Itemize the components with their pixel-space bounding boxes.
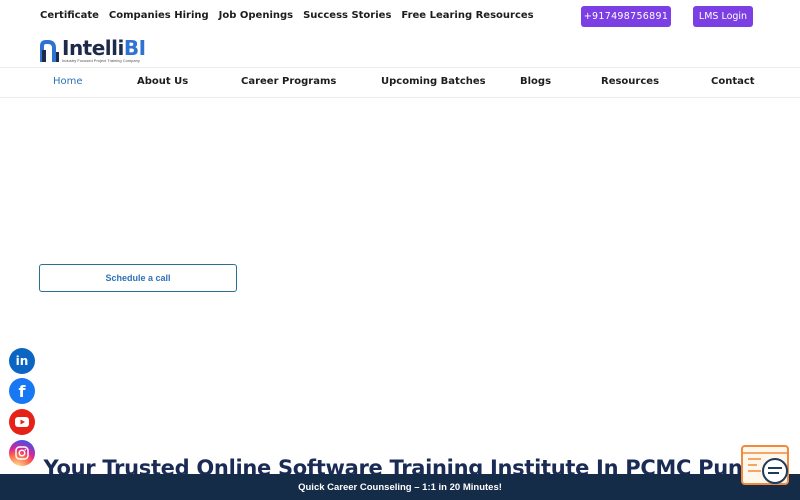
- main-nav: Home About Us Career Programs Upcoming B…: [0, 67, 800, 98]
- nav-item-resources[interactable]: Resources: [601, 76, 659, 87]
- logo-tagline: Industry Focused Project Training Compan…: [62, 58, 140, 63]
- logo-name: IntelliBI: [62, 38, 146, 58]
- top-link-free-resources[interactable]: Free Learing Resources: [401, 10, 533, 21]
- top-link-certificate[interactable]: Certificate: [40, 10, 99, 21]
- schedule-call-button[interactable]: Schedule a call: [39, 264, 237, 292]
- nav-item-upcoming-batches[interactable]: Upcoming Batches: [381, 76, 486, 87]
- nav-item-blogs[interactable]: Blogs: [520, 76, 551, 87]
- nav-item-about-us[interactable]: About Us: [137, 76, 188, 87]
- top-links: Certificate Companies Hiring Job Opening…: [40, 10, 534, 21]
- facebook-icon[interactable]: f: [9, 378, 35, 404]
- youtube-icon[interactable]: [9, 409, 35, 435]
- nav-item-career-programs[interactable]: Career Programs: [241, 76, 336, 87]
- counseling-bar[interactable]: Quick Career Counseling – 1:1 in 20 Minu…: [0, 474, 800, 500]
- logo-mark-icon: [40, 40, 60, 64]
- top-link-job-openings[interactable]: Job Openings: [219, 10, 293, 21]
- nav-item-contact[interactable]: Contact: [711, 76, 755, 87]
- chat-widget-icon[interactable]: [741, 445, 791, 487]
- logo-text: IntelliBI Industry Focused Project Train…: [62, 38, 146, 63]
- nav-item-home[interactable]: Home: [53, 76, 83, 87]
- phone-button[interactable]: +917498756891: [581, 6, 671, 27]
- top-link-success-stories[interactable]: Success Stories: [303, 10, 391, 21]
- top-bar: Certificate Companies Hiring Job Opening…: [0, 0, 800, 34]
- site-logo[interactable]: IntelliBI Industry Focused Project Train…: [40, 38, 146, 66]
- lms-login-button[interactable]: LMS Login: [693, 6, 753, 27]
- logo-name-suffix: BI: [123, 36, 146, 60]
- top-link-companies-hiring[interactable]: Companies Hiring: [109, 10, 209, 21]
- linkedin-icon[interactable]: in: [9, 348, 35, 374]
- logo-name-prefix: Intelli: [62, 36, 124, 60]
